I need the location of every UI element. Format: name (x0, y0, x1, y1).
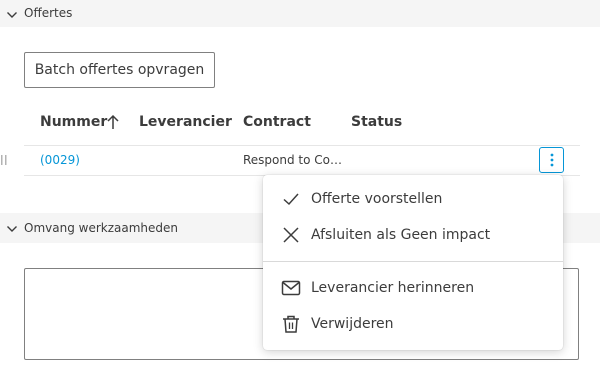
offertes-panel: Offertes Batch offertes opvragen Nummer … (0, 0, 600, 370)
menu-item-verwijderen[interactable]: Verwijderen (263, 306, 563, 342)
check-icon (283, 193, 299, 206)
mail-icon (281, 280, 301, 296)
section-header-offertes[interactable]: Offertes (0, 0, 600, 27)
menu-item-label: Leverancier herinneren (311, 280, 475, 296)
menu-item-leverancier-herinneren[interactable]: Leverancier herinneren (263, 270, 563, 306)
menu-item-label: Offerte voorstellen (311, 191, 443, 207)
column-header-nummer[interactable]: Nummer (40, 114, 107, 130)
close-icon (283, 227, 299, 243)
row-contract-cell: Respond to Co… (243, 153, 343, 167)
section-title: Offertes (24, 6, 73, 20)
drag-handle-icon[interactable] (1, 155, 7, 165)
column-header-status[interactable]: Status (351, 114, 402, 130)
menu-item-offerte-voorstellen[interactable]: Offerte voorstellen (263, 181, 563, 217)
more-vertical-icon (550, 153, 553, 167)
column-header-contract[interactable]: Contract (243, 114, 311, 130)
quote-number-link[interactable]: (0029) (40, 153, 80, 167)
trash-icon (283, 315, 299, 333)
column-header-leverancier[interactable]: Leverancier (139, 114, 232, 130)
row-more-actions-button[interactable] (539, 147, 564, 173)
menu-divider (263, 261, 563, 262)
chevron-down-icon (7, 226, 17, 232)
sort-ascending-icon[interactable] (105, 113, 121, 131)
section-title: Omvang werkzaamheden (24, 221, 178, 235)
row-divider (24, 145, 580, 146)
menu-item-label: Afsluiten als Geen impact (311, 227, 491, 243)
row-actions-menu: Offerte voorstellen Afsluiten als Geen i… (263, 175, 563, 350)
batch-request-quotes-button[interactable]: Batch offertes opvragen (24, 52, 215, 88)
menu-item-label: Verwijderen (311, 316, 394, 332)
menu-item-afsluiten-geen-impact[interactable]: Afsluiten als Geen impact (263, 217, 563, 253)
chevron-down-icon (7, 12, 17, 18)
